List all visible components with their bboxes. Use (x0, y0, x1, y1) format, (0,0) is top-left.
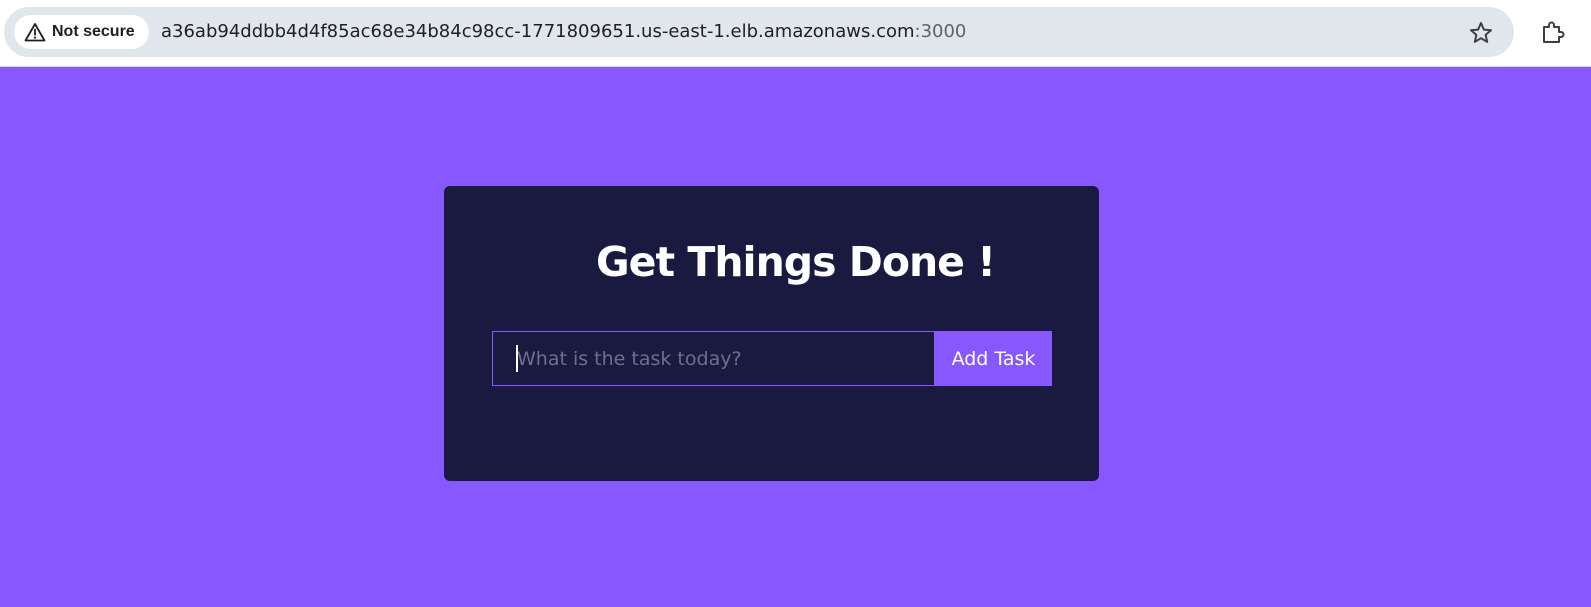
task-input-wrapper (492, 331, 935, 386)
address-bar[interactable]: Not secure a36ab94ddbb4d4f85ac68e34b84c9… (4, 7, 1514, 57)
text-caret (516, 345, 518, 372)
star-icon[interactable] (1468, 20, 1494, 46)
url-text[interactable]: a36ab94ddbb4d4f85ac68e34b84c98cc-1771809… (161, 7, 966, 57)
puzzle-icon[interactable] (1538, 17, 1568, 47)
url-host: a36ab94ddbb4d4f85ac68e34b84c98cc-1771809… (161, 21, 915, 42)
task-input[interactable] (492, 331, 935, 386)
warning-triangle-icon (24, 22, 46, 42)
url-port: :3000 (914, 21, 967, 42)
security-label: Not secure (52, 23, 135, 40)
browser-toolbar: Not secure a36ab94ddbb4d4f85ac68e34b84c9… (0, 0, 1591, 67)
page-title: Get Things Done ! (596, 238, 996, 286)
todo-form: Add Task (492, 331, 1052, 386)
add-task-button[interactable]: Add Task (935, 331, 1052, 386)
security-indicator-button[interactable]: Not secure (14, 15, 149, 49)
